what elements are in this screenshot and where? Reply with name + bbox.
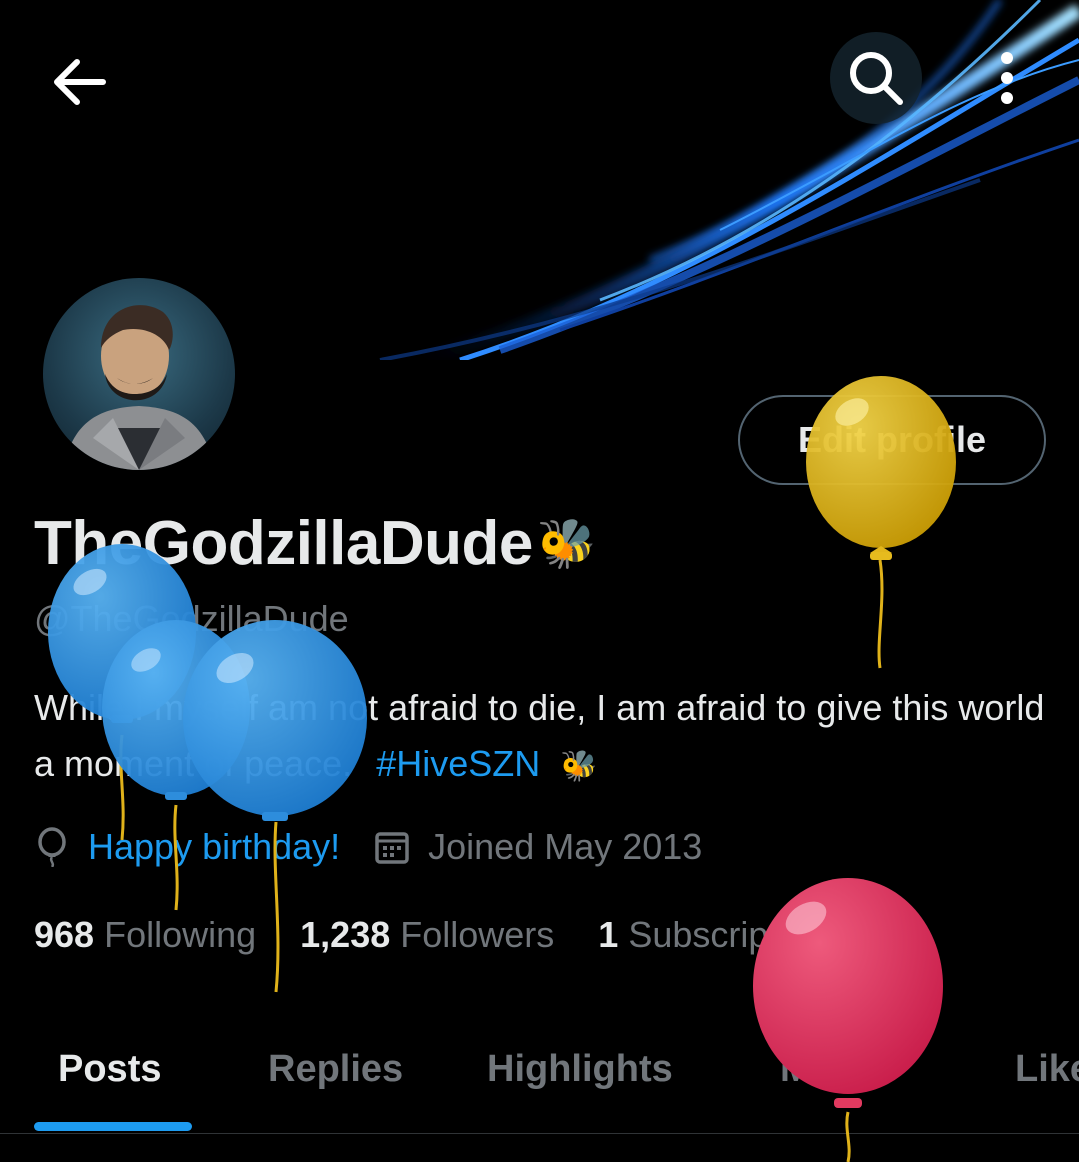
tab-likes[interactable]: Likes bbox=[1015, 1048, 1079, 1091]
edit-profile-button[interactable]: Edit profile bbox=[738, 395, 1046, 485]
following-label: Following bbox=[104, 914, 257, 955]
bio-hashtag-link[interactable]: #HiveSZN bbox=[376, 743, 540, 784]
birthday-text: Happy birthday! bbox=[88, 826, 341, 867]
user-handle: @TheGodzillaDude bbox=[34, 598, 349, 639]
joined-date-item: Joined May 2013 bbox=[374, 826, 702, 868]
tab-replies[interactable]: Replies bbox=[268, 1048, 403, 1091]
tab-media[interactable]: Media bbox=[780, 1048, 888, 1091]
following-count: 968 bbox=[34, 914, 95, 955]
following-link[interactable]: 968 Following bbox=[34, 914, 256, 956]
followers-label: Followers bbox=[400, 914, 555, 955]
active-tab-indicator bbox=[34, 1122, 192, 1131]
balloon-icon bbox=[38, 827, 66, 867]
subscriptions-link[interactable]: 1 Subscription bbox=[598, 914, 826, 956]
joined-date-text: Joined May 2013 bbox=[428, 826, 703, 867]
tab-posts[interactable]: Posts bbox=[58, 1048, 161, 1091]
avatar-image bbox=[63, 305, 215, 470]
bio-text: While I myself am not afraid to die, I a… bbox=[34, 687, 1045, 784]
profile-bio: While I myself am not afraid to die, I a… bbox=[34, 680, 1054, 795]
search-icon bbox=[850, 52, 903, 105]
subscriptions-count: 1 bbox=[598, 914, 619, 955]
bee-emoji: 🐝 bbox=[560, 750, 598, 783]
birthday-item[interactable]: Happy birthday! bbox=[34, 826, 340, 868]
followers-count: 1,238 bbox=[300, 914, 391, 955]
avatar[interactable] bbox=[39, 274, 239, 474]
tab-highlights[interactable]: Highlights bbox=[487, 1048, 673, 1091]
profile-meta: Happy birthday! Joined May 2013 bbox=[34, 826, 736, 868]
display-name: TheGodzillaDude 🐝 bbox=[34, 508, 597, 579]
followers-link[interactable]: 1,238 Followers bbox=[300, 914, 554, 956]
search-button[interactable] bbox=[830, 32, 922, 124]
more-options-button[interactable] bbox=[965, 32, 1049, 124]
back-button[interactable] bbox=[40, 42, 120, 122]
subscriptions-label: Subscription bbox=[628, 914, 827, 955]
display-name-text: TheGodzillaDude bbox=[34, 509, 533, 578]
calendar-icon bbox=[375, 832, 409, 864]
bee-emoji: 🐝 bbox=[536, 518, 597, 571]
profile-stats: 968 Following 1,238 Followers 1 Subscriptio… bbox=[34, 914, 870, 956]
more-vertical-icon bbox=[1001, 52, 1013, 104]
profile-tabs: Posts Replies Highlights Media Likes bbox=[0, 1020, 1079, 1134]
arrow-left-icon bbox=[54, 59, 106, 105]
